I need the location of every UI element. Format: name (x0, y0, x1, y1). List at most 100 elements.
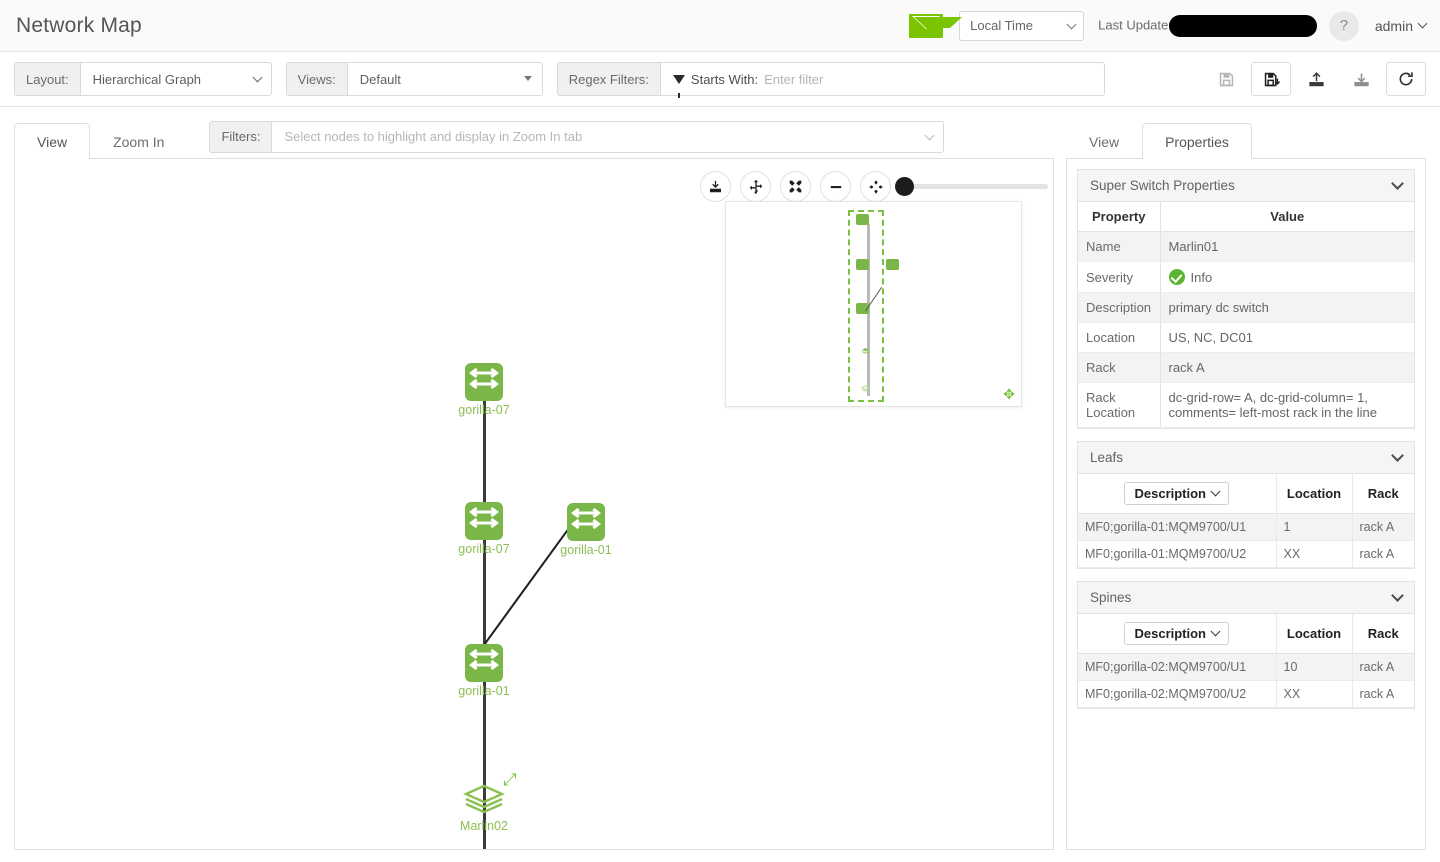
column-label: Description (1134, 486, 1206, 501)
download-button[interactable] (1341, 62, 1381, 96)
node-filters-select[interactable]: Select nodes to highlight and display in… (271, 121, 944, 153)
graph-tabs: View Zoom In Filters: Select nodes to hi… (14, 117, 1054, 159)
app-header: Network Map Local Time Last Update: ? ad… (0, 0, 1440, 52)
funnel-icon (673, 75, 685, 84)
graph-node-gorilla-01-trunk[interactable]: gorilla-01 (465, 644, 503, 682)
table-row: Description primary dc switch (1078, 293, 1414, 323)
views-select-wrap: Default (347, 62, 543, 96)
column-value: Value (1160, 202, 1414, 232)
spine-location: 10 (1276, 654, 1352, 681)
views-control: Views: Default (286, 62, 543, 96)
page-body: View Zoom In Filters: Select nodes to hi… (0, 107, 1440, 862)
graph-canvas[interactable]: ✥ (14, 159, 1054, 850)
section-spines: Spines Description Location Rack (1077, 581, 1415, 709)
tab-view[interactable]: View (14, 123, 90, 159)
timezone-select-wrap: Local Time (959, 11, 1084, 41)
spines-table: Description Location Rack MF0;gorilla-02… (1078, 614, 1414, 708)
last-update-redaction (1169, 15, 1317, 37)
chevron-down-icon (1391, 177, 1404, 190)
graph-node-marlin02[interactable]: ⤢ Marlin02 (463, 783, 505, 820)
graph-node-label: gorilla-07 (458, 403, 509, 417)
graph-node-gorilla-07-top[interactable]: gorilla-07 (465, 363, 503, 401)
user-menu[interactable]: admin (1375, 18, 1426, 34)
section-header-leafs[interactable]: Leafs (1078, 442, 1414, 474)
layout-label: Layout: (14, 62, 80, 96)
tab-zoom-in[interactable]: Zoom In (90, 123, 187, 159)
property-value: dc-grid-row= A, dc-grid-column= 1, comme… (1160, 383, 1414, 428)
table-header-row: Description Location Rack (1078, 474, 1414, 514)
expand-node-icon[interactable]: ⤢ (503, 771, 517, 788)
table-row: MF0;gorilla-01:MQM9700/U1 1 rack A (1078, 514, 1414, 541)
graph-nodes-layer: gorilla-07 gorilla-07 (15, 159, 1053, 849)
switch-icon (465, 644, 503, 682)
graph-node-label: gorilla-01 (458, 684, 509, 698)
regex-filters-label: Regex Filters: (557, 62, 660, 96)
column-rack: Rack (1352, 474, 1414, 514)
column-location: Location (1276, 614, 1352, 654)
section-header-spines[interactable]: Spines (1078, 582, 1414, 614)
tab-right-view[interactable]: View (1066, 123, 1142, 159)
property-key: Rack (1078, 353, 1160, 383)
notifications-button[interactable] (893, 14, 959, 38)
refresh-button[interactable] (1386, 62, 1426, 96)
spine-description[interactable]: MF0;gorilla-02:MQM9700/U1 (1078, 654, 1276, 681)
property-key: Description (1078, 293, 1160, 323)
leaf-location: XX (1276, 541, 1352, 568)
views-label: Views: (286, 62, 347, 96)
graph-node-label: gorilla-01 (560, 543, 611, 557)
save-as-button[interactable] (1251, 62, 1291, 96)
graph-node-label: gorilla-07 (458, 542, 509, 556)
regex-filter-box[interactable]: Starts With: (660, 62, 1105, 96)
description-sort-button[interactable]: Description (1124, 482, 1229, 505)
section-leafs: Leafs Description Location Rack (1077, 441, 1415, 569)
spine-rack: rack A (1352, 654, 1414, 681)
graph-node-gorilla-01-branch[interactable]: gorilla-01 (567, 503, 605, 541)
chevron-down-icon (1391, 589, 1404, 602)
property-value: primary dc switch (1160, 293, 1414, 323)
upload-button[interactable] (1296, 62, 1336, 96)
table-row: MF0;gorilla-01:MQM9700/U2 XX rack A (1078, 541, 1414, 568)
column-label: Description (1134, 626, 1206, 641)
header-actions: Local Time Last Update: ? admin (893, 11, 1440, 41)
tab-right-properties[interactable]: Properties (1142, 123, 1252, 159)
last-update-label: Last Update: (1098, 17, 1172, 32)
column-description: Description (1078, 474, 1276, 514)
help-button[interactable]: ? (1329, 11, 1359, 41)
table-row: Rack Location dc-grid-row= A, dc-grid-co… (1078, 383, 1414, 428)
property-value: rack A (1160, 353, 1414, 383)
graph-node-label: Marlin02 (460, 819, 508, 833)
leaf-location: 1 (1276, 514, 1352, 541)
column-property: Property (1078, 202, 1160, 232)
layout-select[interactable]: Hierarchical Graph (80, 62, 272, 96)
graph-column: View Zoom In Filters: Select nodes to hi… (14, 117, 1054, 850)
description-sort-button[interactable]: Description (1124, 622, 1229, 645)
switch-icon (465, 363, 503, 401)
severity-label: Info (1191, 270, 1213, 285)
properties-tabs: View Properties (1066, 117, 1426, 159)
property-value: Info (1160, 262, 1414, 293)
table-row: Rack rack A (1078, 353, 1414, 383)
map-toolbar: Layout: Hierarchical Graph Views: Defaul… (0, 52, 1440, 107)
graph-node-gorilla-07-mid[interactable]: gorilla-07 (465, 502, 503, 540)
section-title: Leafs (1090, 450, 1123, 465)
chevron-down-icon (1211, 487, 1221, 497)
property-key: Name (1078, 232, 1160, 262)
leaf-description[interactable]: MF0;gorilla-01:MQM9700/U1 (1078, 514, 1276, 541)
column-location: Location (1276, 474, 1352, 514)
section-header-super-switch-properties[interactable]: Super Switch Properties (1078, 170, 1414, 202)
property-key: Severity (1078, 262, 1160, 293)
spine-description[interactable]: MF0;gorilla-02:MQM9700/U2 (1078, 681, 1276, 708)
user-menu-label: admin (1375, 18, 1413, 34)
regex-filter-control: Regex Filters: Starts With: (557, 62, 1117, 96)
leaf-description[interactable]: MF0;gorilla-01:MQM9700/U2 (1078, 541, 1276, 568)
toolbar-action-buttons (1206, 62, 1426, 96)
properties-panel-body: Super Switch Properties Property Value N… (1066, 159, 1426, 850)
regex-filter-input[interactable] (764, 72, 1092, 87)
leaf-rack: rack A (1352, 541, 1414, 568)
switch-icon (567, 503, 605, 541)
timezone-select[interactable]: Local Time (959, 11, 1084, 41)
column-description: Description (1078, 614, 1276, 654)
spine-rack: rack A (1352, 681, 1414, 708)
save-button[interactable] (1206, 62, 1246, 96)
views-select[interactable]: Default (347, 62, 543, 96)
